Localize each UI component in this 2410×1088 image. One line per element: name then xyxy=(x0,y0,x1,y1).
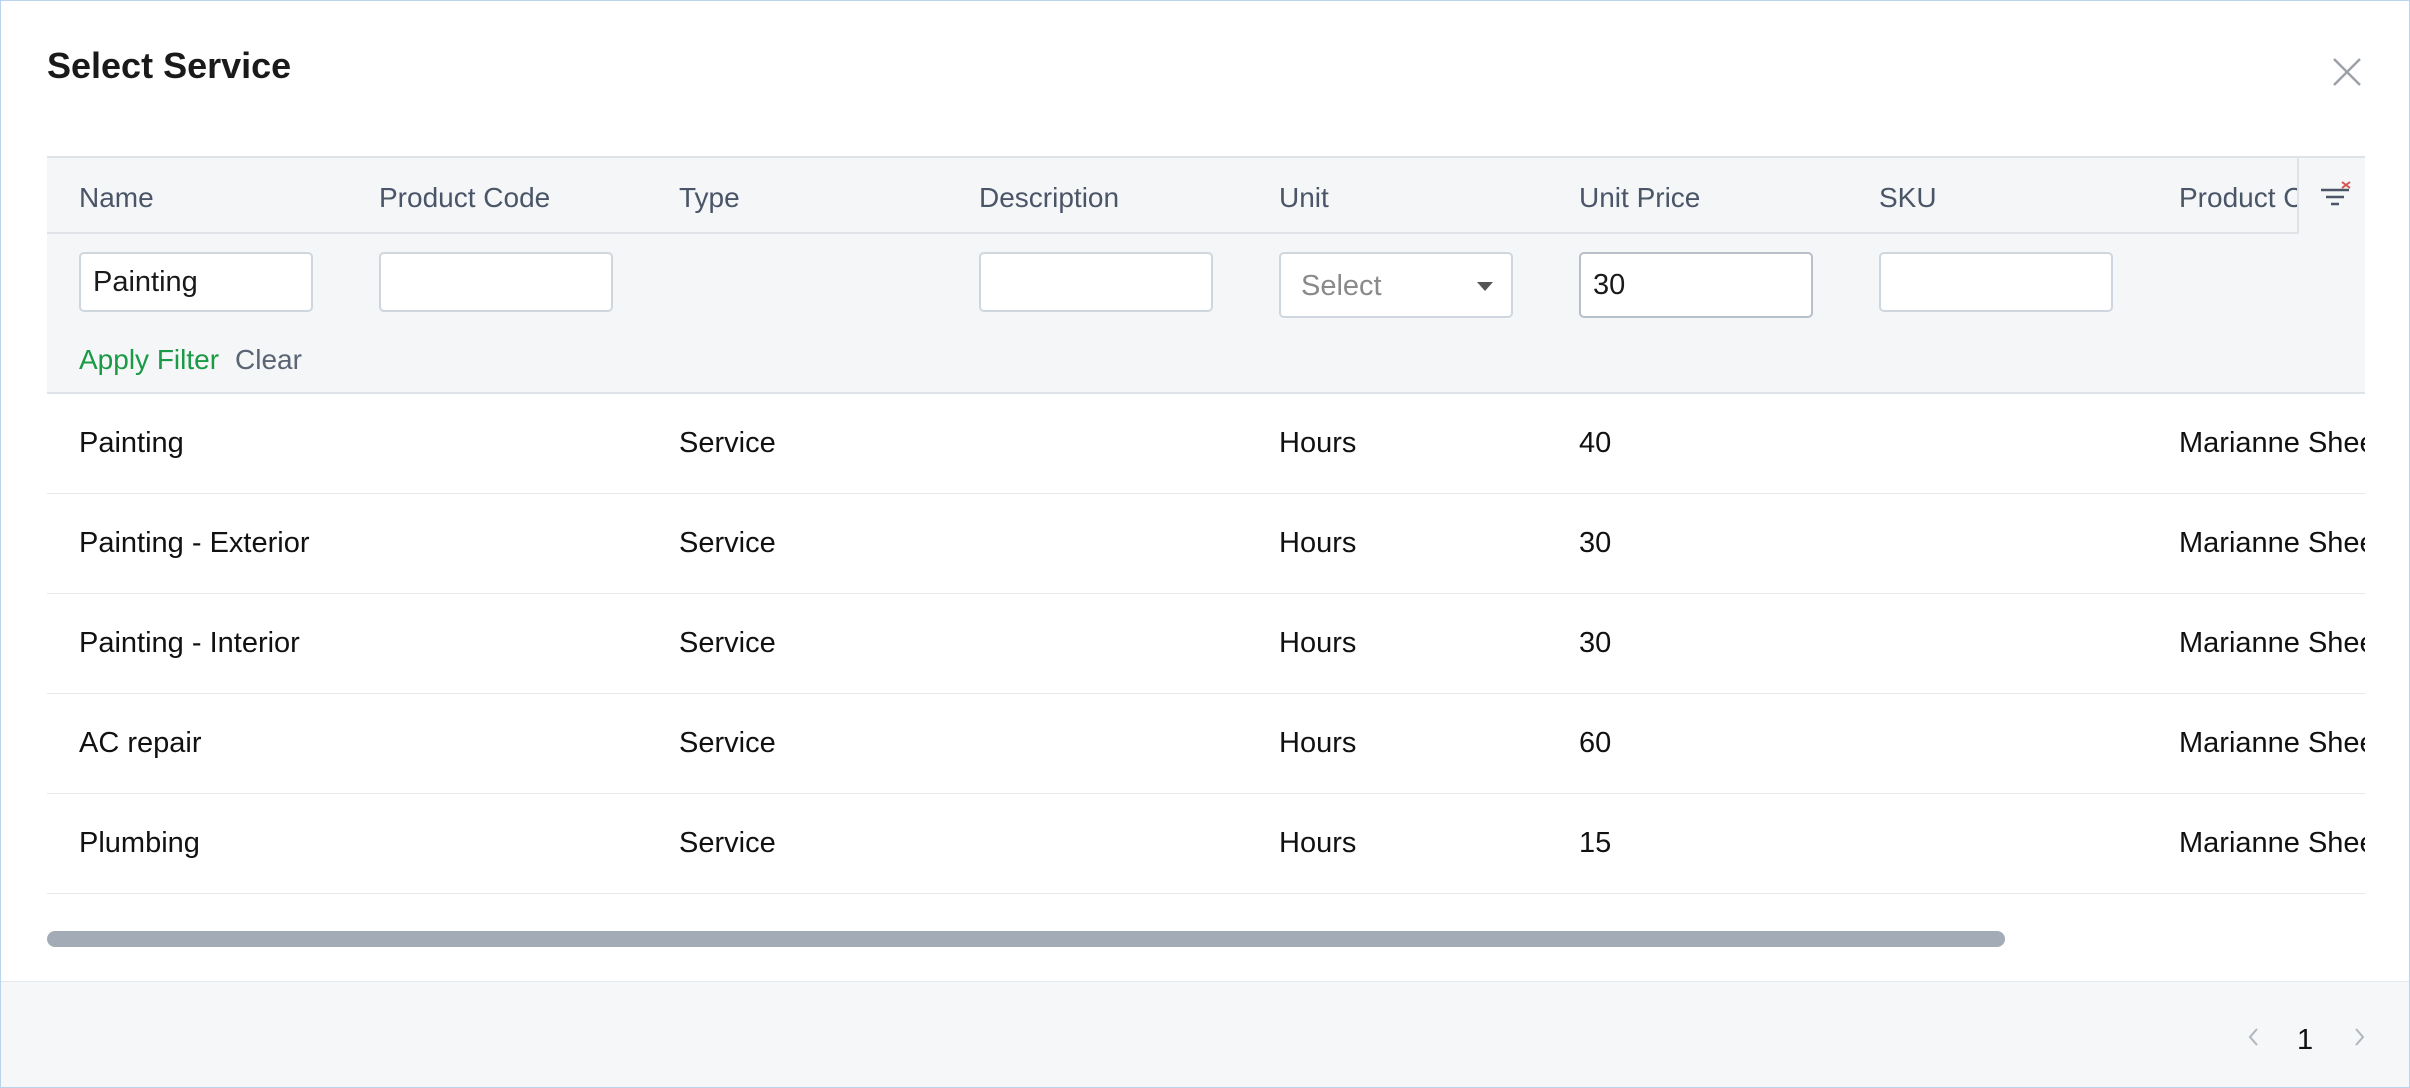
column-header-unit[interactable]: Unit xyxy=(1279,182,1329,214)
close-icon xyxy=(2333,58,2361,86)
name-filter-input[interactable] xyxy=(79,252,313,312)
column-header-unit-price[interactable]: Unit Price xyxy=(1579,182,1700,214)
description-filter-input[interactable] xyxy=(979,252,1213,312)
cell-name: Plumbing xyxy=(79,827,200,859)
column-header-sku[interactable]: SKU xyxy=(1879,182,1937,214)
cell-name: Painting - Interior xyxy=(79,627,300,659)
cell-name: AC repair xyxy=(79,727,202,759)
column-header-description[interactable]: Description xyxy=(979,182,1119,214)
scrollbar-thumb[interactable] xyxy=(47,931,2005,947)
unit-price-filter-input[interactable] xyxy=(1579,252,1813,318)
table-row[interactable]: Painting - Interior Service Hours 30 Mar… xyxy=(47,594,2365,694)
cell-unit-price: 30 xyxy=(1579,527,1612,559)
cell-unit: Hours xyxy=(1279,627,1357,659)
close-button[interactable] xyxy=(2326,51,2368,93)
column-filter-button[interactable] xyxy=(2297,158,2365,234)
cell-unit-price: 15 xyxy=(1579,827,1612,859)
product-code-filter-input[interactable] xyxy=(379,252,613,312)
caret-down-icon xyxy=(1477,282,1493,291)
next-page-button[interactable] xyxy=(2344,1022,2374,1052)
horizontal-scrollbar[interactable] xyxy=(47,931,2365,949)
services-table: Name Product Code Type Description Unit … xyxy=(47,156,2365,896)
column-header-type[interactable]: Type xyxy=(679,182,740,214)
cell-type: Service xyxy=(679,827,776,859)
dialog-footer: 1 xyxy=(1,981,2409,1087)
cell-name: Painting xyxy=(79,427,184,459)
chevron-left-icon xyxy=(2248,1028,2258,1046)
cell-product-owner: Marianne Sheel xyxy=(2179,427,2365,459)
previous-page-button[interactable] xyxy=(2239,1022,2269,1052)
table-header: Name Product Code Type Description Unit … xyxy=(47,156,2365,234)
current-page-number[interactable]: 1 xyxy=(2297,1024,2313,1057)
cell-name: Painting - Exterior xyxy=(79,527,310,559)
unit-select-placeholder: Select xyxy=(1301,270,1382,302)
select-service-dialog: Select Service Name Product Code Type De… xyxy=(0,0,2410,1088)
cell-unit: Hours xyxy=(1279,827,1357,859)
cell-type: Service xyxy=(679,427,776,459)
cell-product-owner: Marianne Sheel xyxy=(2179,527,2365,559)
clear-filter-link[interactable]: Clear xyxy=(235,344,302,376)
cell-unit-price: 60 xyxy=(1579,727,1612,759)
cell-unit: Hours xyxy=(1279,427,1357,459)
cell-unit: Hours xyxy=(1279,527,1357,559)
cell-type: Service xyxy=(679,727,776,759)
table-row[interactable]: Painting - Exterior Service Hours 30 Mar… xyxy=(47,494,2365,594)
apply-filter-link[interactable]: Apply Filter xyxy=(79,344,219,376)
cell-unit-price: 30 xyxy=(1579,627,1612,659)
cell-product-owner: Marianne Sheel xyxy=(2179,827,2365,859)
table-row[interactable]: Painting Service Hours 40 Marianne Sheel xyxy=(47,394,2365,494)
sku-filter-input[interactable] xyxy=(1879,252,2113,312)
cell-product-owner: Marianne Sheel xyxy=(2179,727,2365,759)
cell-product-owner: Marianne Sheel xyxy=(2179,627,2365,659)
table-row[interactable]: Plumbing Service Hours 15 Marianne Sheel xyxy=(47,794,2365,894)
filter-settings-icon xyxy=(2321,181,2351,206)
chevron-right-icon xyxy=(2355,1028,2365,1046)
cell-unit-price: 40 xyxy=(1579,427,1612,459)
column-header-name[interactable]: Name xyxy=(79,182,154,214)
cell-type: Service xyxy=(679,527,776,559)
filter-row: Select Apply Filter Clear xyxy=(47,234,2365,394)
column-header-product-owner[interactable]: Product C xyxy=(2179,182,2304,214)
cell-unit: Hours xyxy=(1279,727,1357,759)
cell-type: Service xyxy=(679,627,776,659)
table-row[interactable]: AC repair Service Hours 60 Marianne Shee… xyxy=(47,694,2365,794)
column-header-product-code[interactable]: Product Code xyxy=(379,182,550,214)
unit-filter-select[interactable]: Select xyxy=(1279,252,1513,318)
dialog-title: Select Service xyxy=(47,45,292,86)
